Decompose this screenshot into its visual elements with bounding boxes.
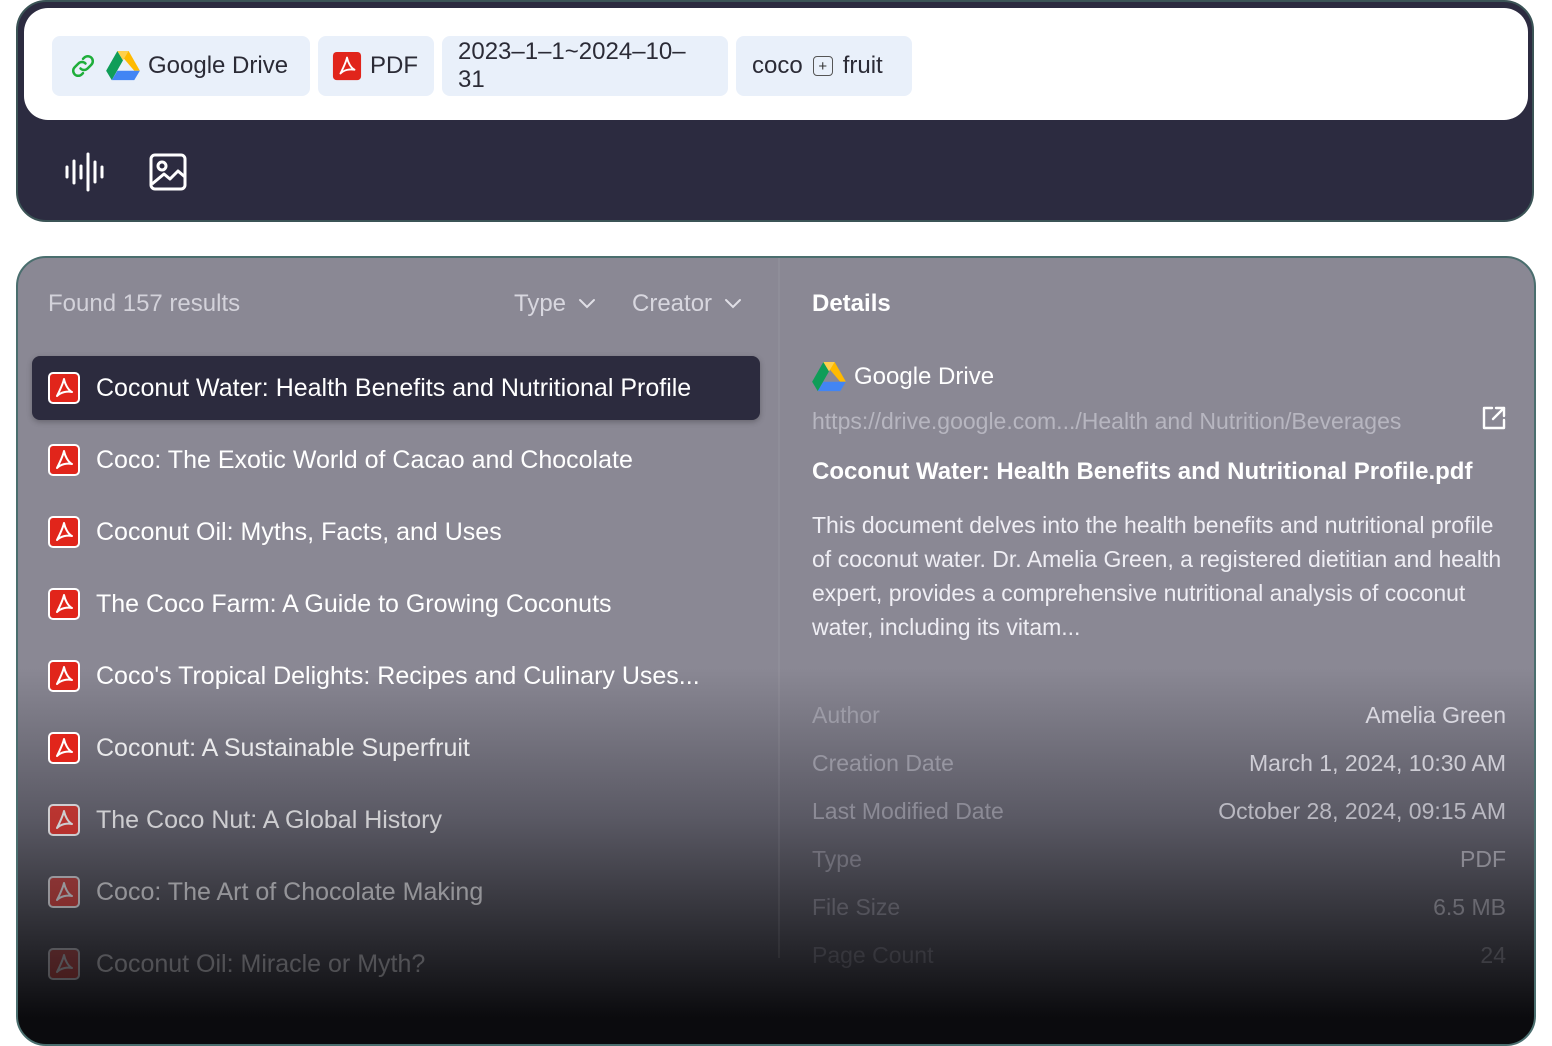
result-item[interactable]: Coco's Tropical Delights: Recipes and Cu… (32, 644, 760, 708)
pdf-file-icon (48, 660, 80, 692)
results-panel: Found 157 results Type Creator Coconut W… (16, 256, 1536, 1046)
pdf-file-icon (48, 948, 80, 980)
search-panel: Google Drive PDF 2023–1–1~2024–10–31 coc… (16, 0, 1534, 222)
source-chip[interactable]: Google Drive (52, 36, 310, 96)
meta-value: 6.5 MB (1433, 894, 1506, 920)
pdf-file-icon (48, 588, 80, 620)
plus-operator-icon: + (812, 56, 833, 76)
result-item[interactable]: The Coco Nut: A Global History (32, 788, 760, 852)
file-url-link[interactable]: https://drive.google.com.../Health and N… (812, 408, 1401, 435)
result-item[interactable]: Coco: The Exotic World of Cacao and Choc… (32, 428, 760, 492)
meta-row-modified-date: Last Modified Date October 28, 2024, 09:… (812, 798, 1506, 825)
panel-divider (778, 258, 780, 958)
meta-value: 24 (1480, 942, 1506, 968)
pdf-file-icon (48, 444, 80, 476)
result-item[interactable]: Coconut Oil: Myths, Facts, and Uses (32, 500, 760, 564)
pdf-file-icon (48, 804, 80, 836)
meta-key: Page Count (812, 942, 934, 968)
result-item[interactable]: The Coco Farm: A Guide to Growing Coconu… (32, 572, 760, 636)
meta-key: Creation Date (812, 750, 954, 776)
details-source: Google Drive (812, 362, 994, 392)
result-title: Coco: The Exotic World of Cacao and Choc… (96, 445, 633, 474)
results-count: Found 157 results (48, 290, 241, 317)
result-title: The Coco Nut: A Global History (96, 805, 442, 834)
chevron-down-icon (725, 299, 742, 309)
meta-row-creation-date: Creation Date March 1, 2024, 10:30 AM (812, 750, 1506, 777)
meta-row-author: Author Amelia Green (812, 702, 1506, 729)
result-item[interactable]: Coco: The Art of Chocolate Making (32, 860, 760, 924)
link-icon (71, 54, 95, 78)
source-chip-label: Google Drive (148, 52, 289, 79)
keyword-chip[interactable]: coco + fruit (736, 36, 912, 96)
meta-key: Type (812, 846, 862, 872)
type-filter-dropdown[interactable]: Type (514, 290, 596, 318)
pdf-file-icon (48, 372, 80, 404)
date-range-chip[interactable]: 2023–1–1~2024–10–31 (442, 36, 728, 96)
meta-row-type: Type PDF (812, 846, 1506, 873)
filetype-chip[interactable]: PDF (318, 36, 434, 96)
creator-filter-dropdown[interactable]: Creator (632, 290, 742, 318)
chevron-down-icon (579, 299, 596, 309)
meta-value: PDF (1460, 846, 1506, 872)
result-title: Coconut: A Sustainable Superfruit (96, 733, 470, 762)
keyword-2: fruit (842, 52, 883, 79)
details-summary: This document delves into the health ben… (812, 512, 1502, 640)
search-box[interactable]: Google Drive PDF 2023–1–1~2024–10–31 coc… (24, 8, 1528, 120)
image-upload-icon[interactable] (148, 152, 188, 192)
type-filter-label: Type (514, 290, 567, 317)
meta-row-file-size: File Size 6.5 MB (812, 894, 1506, 921)
result-title: Coconut Oil: Myths, Facts, and Uses (96, 517, 502, 546)
result-title: The Coco Farm: A Guide to Growing Coconu… (96, 589, 612, 618)
meta-value: October 28, 2024, 09:15 AM (1218, 798, 1506, 824)
pdf-file-icon (48, 516, 80, 548)
result-item[interactable]: Coconut Water: Health Benefits and Nutri… (32, 356, 760, 420)
voice-waveform-icon[interactable] (64, 152, 106, 192)
result-item[interactable]: Coconut Oil: Miracle or Myth? (32, 932, 760, 996)
pdf-file-icon (48, 732, 80, 764)
meta-key: Last Modified Date (812, 798, 1004, 824)
creator-filter-label: Creator (632, 290, 713, 317)
pdf-icon (332, 51, 362, 81)
details-file-name: Coconut Water: Health Benefits and Nutri… (812, 458, 1473, 485)
details-source-label: Google Drive (854, 363, 995, 390)
date-range-label: 2023–1–1~2024–10–31 (458, 38, 686, 93)
google-drive-icon (812, 362, 846, 392)
result-title: Coconut Water: Health Benefits and Nutri… (96, 373, 692, 402)
result-title: Coconut Oil: Miracle or Myth? (96, 949, 426, 978)
result-item[interactable]: Coconut: A Sustainable Superfruit (32, 716, 760, 780)
result-title: Coco's Tropical Delights: Recipes and Cu… (96, 661, 700, 690)
result-title: Coco: The Art of Chocolate Making (96, 877, 484, 906)
meta-key: File Size (812, 894, 901, 920)
meta-value: March 1, 2024, 10:30 AM (1249, 750, 1506, 776)
details-heading: Details (812, 290, 891, 317)
pdf-file-icon (48, 876, 80, 908)
google-drive-icon (106, 51, 140, 81)
meta-key: Author (812, 702, 880, 728)
meta-row-page-count: Page Count 24 (812, 942, 1506, 969)
keyword-1: coco (752, 52, 803, 79)
external-link-icon[interactable] (1480, 404, 1508, 432)
meta-value: Amelia Green (1365, 702, 1506, 728)
filetype-chip-label: PDF (370, 52, 418, 79)
